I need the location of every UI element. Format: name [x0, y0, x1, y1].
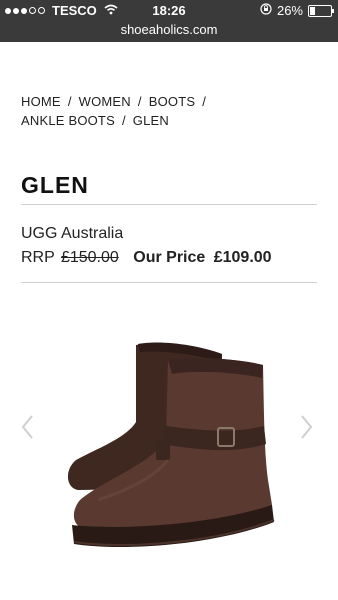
- breadcrumb-ankle-boots[interactable]: ANKLE BOOTS: [21, 113, 115, 128]
- product-image[interactable]: [58, 330, 278, 560]
- breadcrumb-separator: /: [137, 94, 142, 109]
- product-title: GLEN: [21, 172, 89, 198]
- breadcrumb-women[interactable]: WOMEN: [79, 94, 131, 109]
- breadcrumb-separator: /: [121, 113, 126, 128]
- boot-image: [67, 342, 275, 548]
- price-row: RRP £150.00 Our Price £109.00: [21, 249, 272, 267]
- battery-icon: [308, 4, 334, 17]
- breadcrumb-separator: /: [202, 94, 207, 109]
- chevron-right-icon[interactable]: [298, 412, 316, 442]
- divider: [21, 204, 317, 205]
- rrp-label: RRP: [21, 249, 55, 266]
- product-brand[interactable]: UGG Australia: [21, 225, 123, 243]
- status-bar: TESCO 18:26 26% shoeaholics.com: [0, 0, 338, 42]
- our-price-label: Our Price: [133, 249, 206, 266]
- battery-percent: 26%: [276, 3, 303, 18]
- divider: [21, 282, 317, 283]
- breadcrumb-boots[interactable]: BOOTS: [149, 94, 196, 109]
- rrp-price: £150.00: [60, 249, 119, 266]
- breadcrumb-current: GLEN: [132, 113, 169, 128]
- rotation-lock-icon: [260, 3, 272, 18]
- breadcrumb-home[interactable]: HOME: [21, 94, 61, 109]
- breadcrumb-separator: /: [67, 94, 72, 109]
- breadcrumb: HOME / WOMEN / BOOTS / ANKLE BOOTS / GLEN: [21, 92, 321, 130]
- address-bar-url[interactable]: shoeaholics.com: [0, 22, 338, 37]
- our-price: £109.00: [213, 249, 272, 266]
- chevron-left-icon[interactable]: [18, 412, 36, 442]
